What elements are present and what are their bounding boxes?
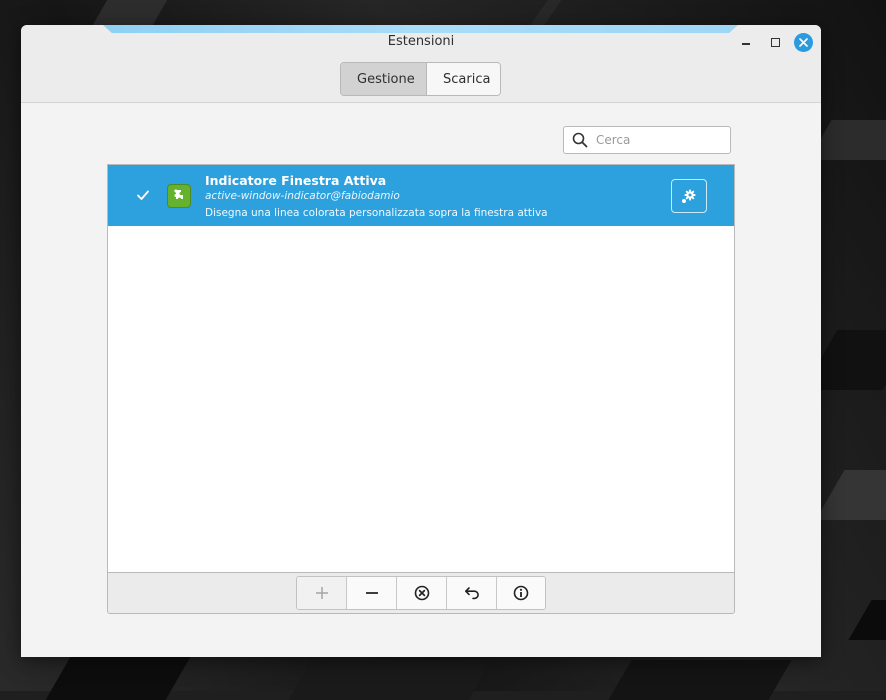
extension-description: Disegna una linea colorata personalizzat… bbox=[205, 207, 548, 219]
extensions-list: Indicatore Finestra Attiva active-window… bbox=[107, 164, 735, 573]
tab-scarica[interactable]: Scarica bbox=[427, 63, 500, 95]
window-title: Estensioni bbox=[387, 34, 455, 49]
search-input[interactable] bbox=[594, 132, 718, 148]
list-toolbar bbox=[107, 572, 735, 614]
list-item[interactable]: Indicatore Finestra Attiva active-window… bbox=[108, 165, 734, 226]
header-bar: Estensioni Gestione Scarica bbox=[21, 25, 821, 103]
tab-gestione[interactable]: Gestione bbox=[341, 63, 427, 95]
extension-name: Indicatore Finestra Attiva bbox=[205, 173, 387, 188]
minus-icon bbox=[365, 592, 378, 594]
toolbar-buttons bbox=[296, 576, 546, 610]
active-window-indicator-line bbox=[103, 25, 738, 33]
search-icon bbox=[572, 132, 588, 148]
configure-button[interactable] bbox=[671, 179, 707, 213]
puzzle-icon bbox=[167, 184, 191, 208]
plus-icon bbox=[315, 587, 328, 599]
minimize-icon bbox=[742, 43, 750, 45]
search-box bbox=[563, 126, 731, 154]
extensions-window: Estensioni Gestione Scarica Cerca Indica… bbox=[21, 25, 821, 657]
info-button[interactable] bbox=[497, 577, 545, 609]
enabled-check-icon bbox=[137, 190, 149, 200]
maximize-button[interactable] bbox=[766, 33, 784, 51]
info-icon bbox=[513, 585, 529, 601]
add-button[interactable] bbox=[297, 577, 347, 609]
close-icon bbox=[799, 38, 808, 47]
view-switcher: Gestione Scarica bbox=[340, 62, 501, 96]
restore-icon bbox=[464, 587, 479, 600]
remove-button[interactable] bbox=[347, 577, 397, 609]
close-button[interactable] bbox=[794, 33, 813, 52]
minimize-button[interactable] bbox=[737, 33, 755, 51]
extension-uuid: active-window-indicator@fabiodamio bbox=[205, 190, 400, 202]
uninstall-icon bbox=[414, 585, 429, 601]
uninstall-button[interactable] bbox=[397, 577, 447, 609]
maximize-icon bbox=[770, 37, 780, 47]
restore-button[interactable] bbox=[447, 577, 497, 609]
gear-icon bbox=[682, 189, 696, 203]
manage-page: Indicatore Finestra Attiva active-window… bbox=[21, 103, 821, 657]
